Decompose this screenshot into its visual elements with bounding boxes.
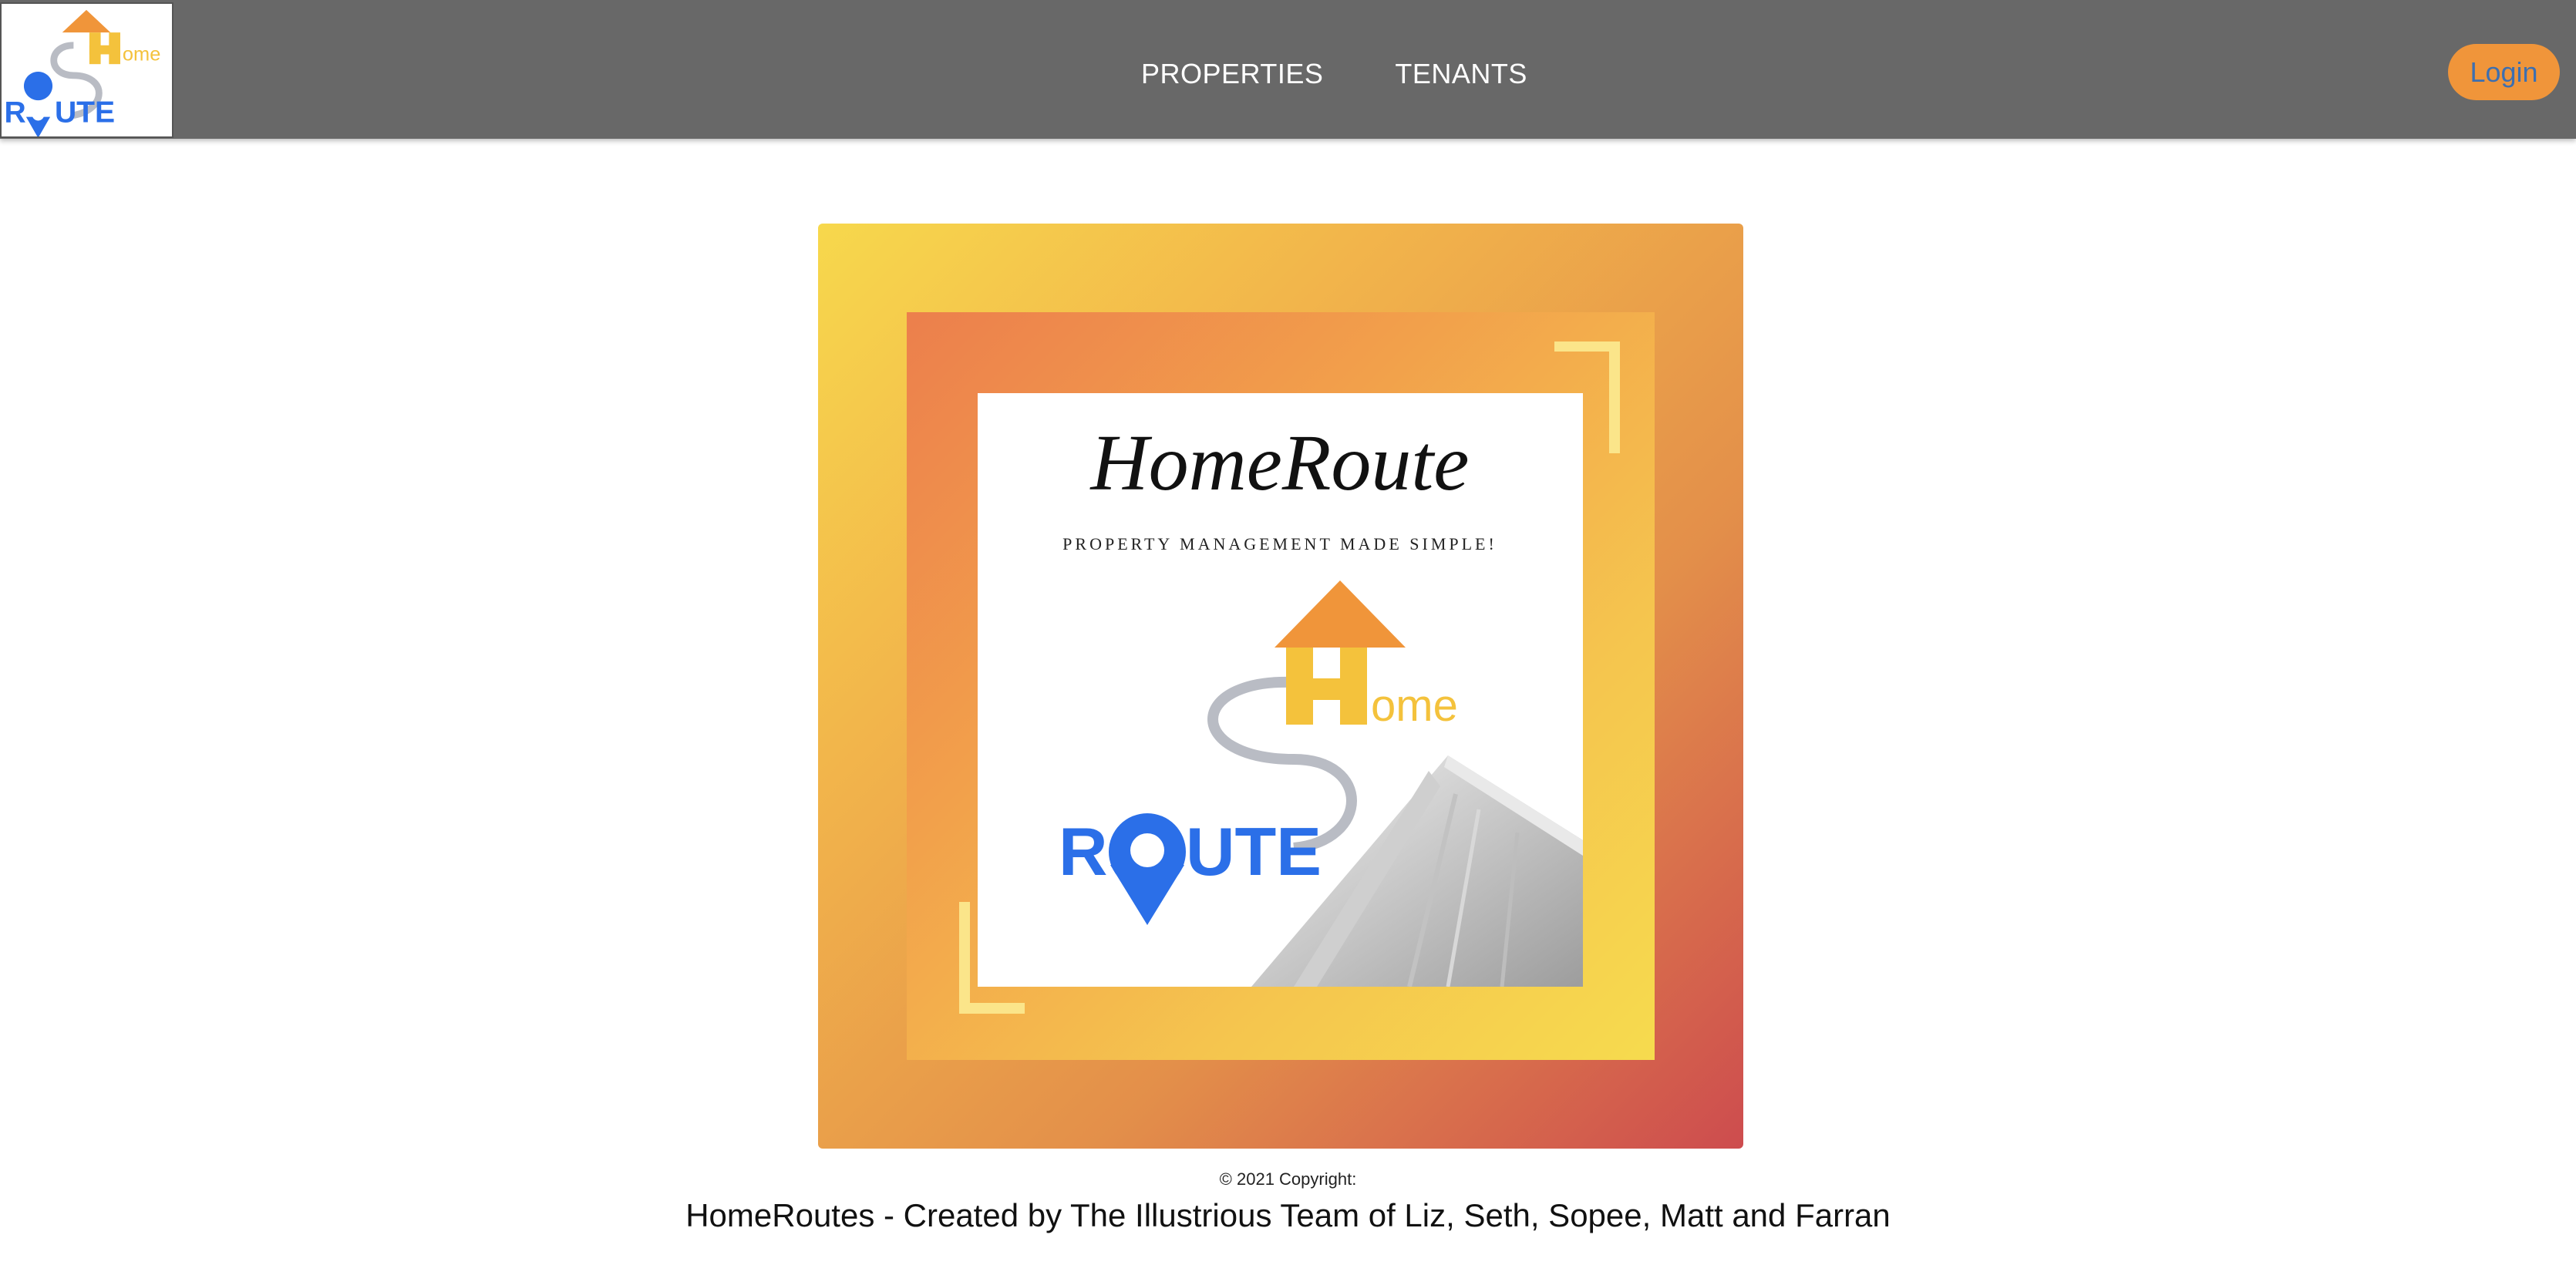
svg-text:R: R: [4, 96, 25, 129]
hero-banner: HomeRoute PROPERTY MANAGEMENT MADE SIMPL…: [818, 224, 1743, 1149]
nav-link-tenants[interactable]: TENANTS: [1395, 59, 1527, 89]
top-navbar: ome R UTE PROPERTIES TENANTS Login: [0, 0, 2576, 139]
svg-text:HomeRoute: HomeRoute: [1089, 419, 1470, 507]
nav-link-properties[interactable]: PROPERTIES: [1141, 59, 1323, 89]
homeroute-logo-icon: ome R UTE: [4, 9, 160, 136]
nav-links: PROPERTIES TENANTS: [1141, 59, 1527, 89]
svg-text:R: R: [1059, 813, 1108, 890]
svg-text:UTE: UTE: [55, 96, 115, 129]
homeroute-hero-logo: HomeRoute PROPERTY MANAGEMENT MADE SIMPL…: [1059, 419, 1583, 987]
footer-credit: HomeRoutes - Created by The Illustrious …: [685, 1197, 1891, 1233]
hero-logo-card: HomeRoute PROPERTY MANAGEMENT MADE SIMPL…: [978, 393, 1583, 987]
login-button[interactable]: Login: [2448, 44, 2560, 100]
svg-text:PROPERTY MANAGEMENT MADE SIMPL: PROPERTY MANAGEMENT MADE SIMPLE!: [1062, 534, 1497, 553]
svg-text:UTE: UTE: [1186, 813, 1322, 890]
navbar-logo[interactable]: ome R UTE: [0, 2, 173, 138]
footer-copyright: © 2021 Copyright:: [1219, 1169, 1357, 1189]
hero-inner-frame: HomeRoute PROPERTY MANAGEMENT MADE SIMPL…: [907, 312, 1655, 1060]
svg-text:ome: ome: [123, 43, 160, 65]
svg-text:ome: ome: [1371, 681, 1458, 731]
